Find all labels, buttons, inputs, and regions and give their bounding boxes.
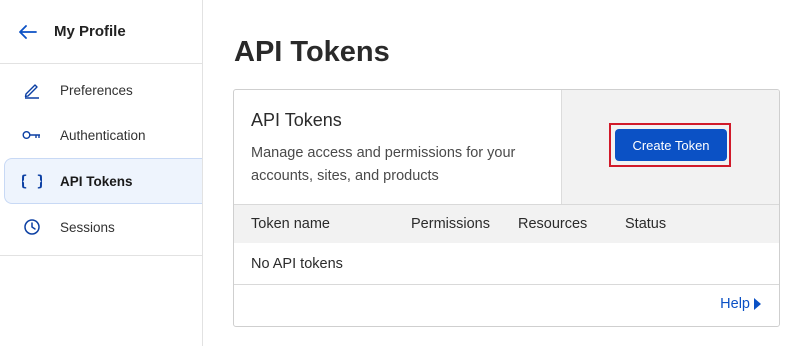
sidebar-title: My Profile — [54, 23, 126, 40]
sidebar-item-label: Authentication — [60, 127, 146, 143]
clock-icon — [22, 217, 42, 237]
empty-message: No API tokens — [251, 255, 343, 272]
sidebar-item-label: Preferences — [60, 82, 133, 98]
create-token-button[interactable]: Create Token — [615, 129, 727, 161]
page-title: API Tokens — [234, 36, 390, 68]
sidebar: My Profile Preferences Authentication { … — [0, 0, 203, 346]
caret-right-icon — [754, 298, 761, 310]
key-icon — [22, 125, 42, 145]
sidebar-item-label: API Tokens — [60, 173, 133, 189]
help-link[interactable]: Help — [720, 296, 761, 312]
arrow-left-icon[interactable] — [18, 22, 38, 42]
svg-text:{ }: { } — [22, 172, 42, 190]
api-tokens-card: API Tokens Manage access and permissions… — [233, 89, 780, 327]
sidebar-item-sessions[interactable]: Sessions — [0, 205, 202, 249]
help-link-label: Help — [720, 296, 750, 312]
sidebar-divider — [0, 255, 202, 256]
braces-icon: { } — [22, 171, 42, 191]
column-header-status[interactable]: Status — [625, 216, 666, 232]
sidebar-item-api-tokens[interactable]: { } API Tokens — [4, 158, 202, 204]
table-header: Token name Permissions Resources Status — [234, 205, 779, 243]
table-empty-row: No API tokens — [234, 243, 779, 285]
column-header-token-name[interactable]: Token name — [251, 216, 330, 232]
column-header-resources[interactable]: Resources — [518, 216, 587, 232]
card-actions: Create Token — [561, 90, 779, 204]
column-header-permissions[interactable]: Permissions — [411, 216, 490, 232]
card-description: Manage access and permissions for your a… — [251, 145, 516, 184]
sidebar-nav: Preferences Authentication { } API Token… — [0, 64, 202, 249]
sidebar-header: My Profile — [0, 0, 202, 64]
card-header: API Tokens Manage access and permissions… — [234, 90, 779, 205]
pencil-icon — [22, 80, 42, 100]
card-heading: API Tokens — [251, 110, 342, 130]
sidebar-item-preferences[interactable]: Preferences — [0, 68, 202, 112]
sidebar-item-authentication[interactable]: Authentication — [0, 113, 202, 157]
card-intro: API Tokens Manage access and permissions… — [234, 90, 561, 204]
sidebar-item-label: Sessions — [60, 219, 115, 235]
